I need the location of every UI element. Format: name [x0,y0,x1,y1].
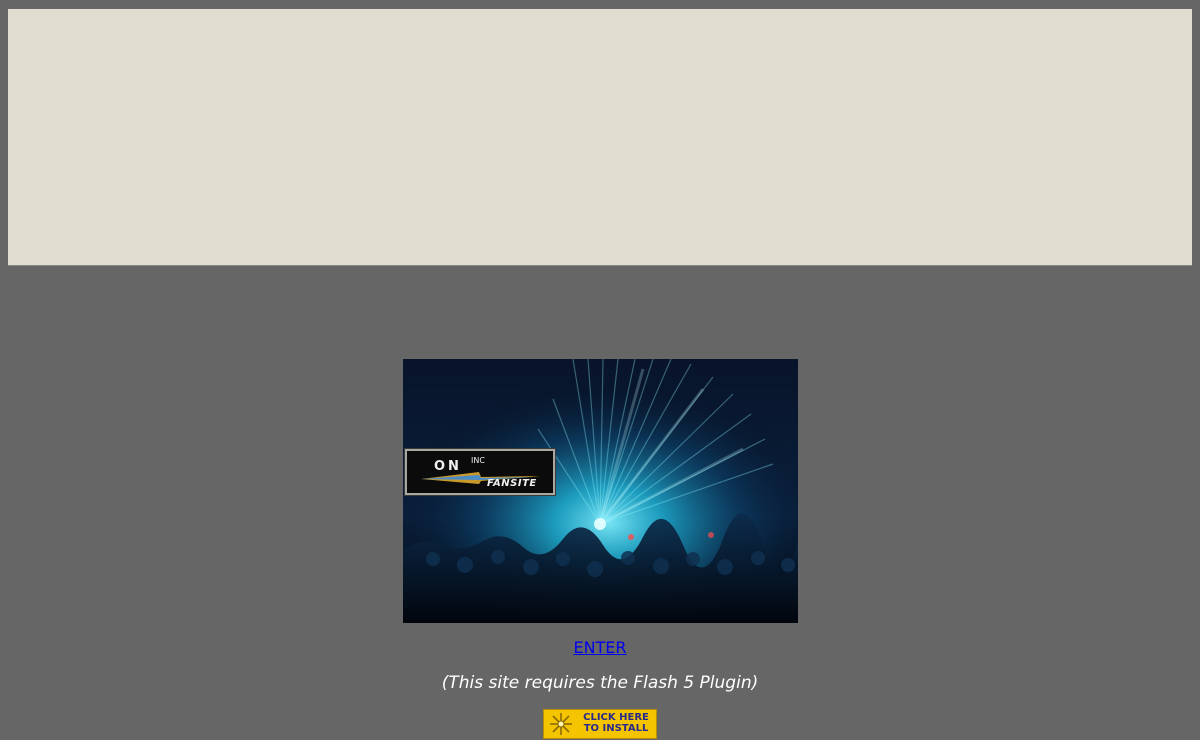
install-button-label: CLICK HERE TO INSTALL [577,712,655,734]
flash-requirement-note: (This site requires the Flash 5 Plugin) [441,673,759,693]
logo-inc-text: INC [471,456,485,465]
splash-image: ON INC FANSITE [403,359,798,623]
logo-fansite-text: FANSITE [487,478,537,489]
install-line-1: CLICK HERE [583,712,649,723]
enter-link-container: ENTER [0,638,1200,657]
fansite-logo: ON INC FANSITE [404,448,556,496]
banner-area [8,9,1192,266]
install-line-2: TO INSTALL [583,723,649,734]
install-flash-button[interactable]: CLICK HERE TO INSTALL [543,709,657,739]
logo-on-text: ON [434,459,462,474]
flash-player-icon [550,713,572,735]
enter-link[interactable]: ENTER [573,638,626,657]
